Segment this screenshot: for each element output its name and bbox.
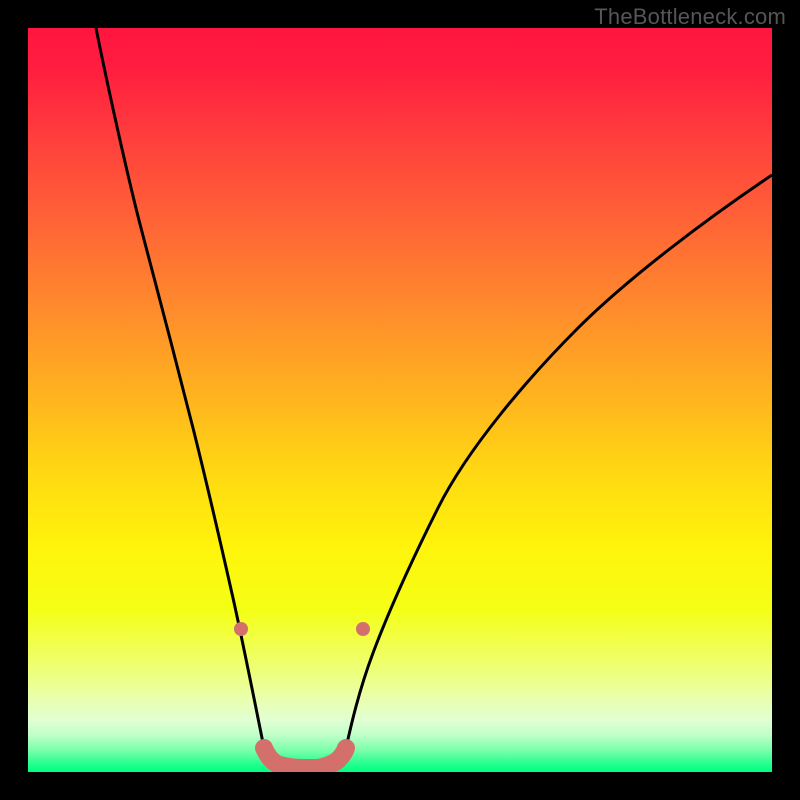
left-dot-marker <box>234 622 248 636</box>
right-dot-marker <box>356 622 370 636</box>
left-curve <box>96 28 264 748</box>
valley-bottom <box>264 748 346 768</box>
watermark-label: TheBottleneck.com <box>594 4 786 30</box>
plot-area <box>28 28 772 772</box>
chart-frame: TheBottleneck.com <box>0 0 800 800</box>
curve-overlay <box>28 28 772 772</box>
right-curve <box>346 175 772 748</box>
